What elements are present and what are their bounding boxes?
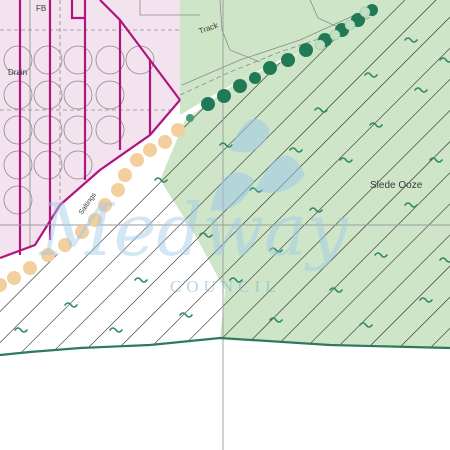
map-canvas: Medway COUNCIL FB Track Drain Saltings S… [0, 0, 450, 450]
watermark-subtitle: COUNCIL [170, 277, 281, 296]
label-drain: Drain [8, 68, 27, 77]
map-view[interactable]: Medway COUNCIL FB Track Drain Saltings S… [0, 0, 450, 450]
watermark-brand: Medway [38, 188, 349, 272]
label-fb: FB [36, 4, 46, 13]
label-place-name: Slede Ooze [370, 180, 423, 191]
